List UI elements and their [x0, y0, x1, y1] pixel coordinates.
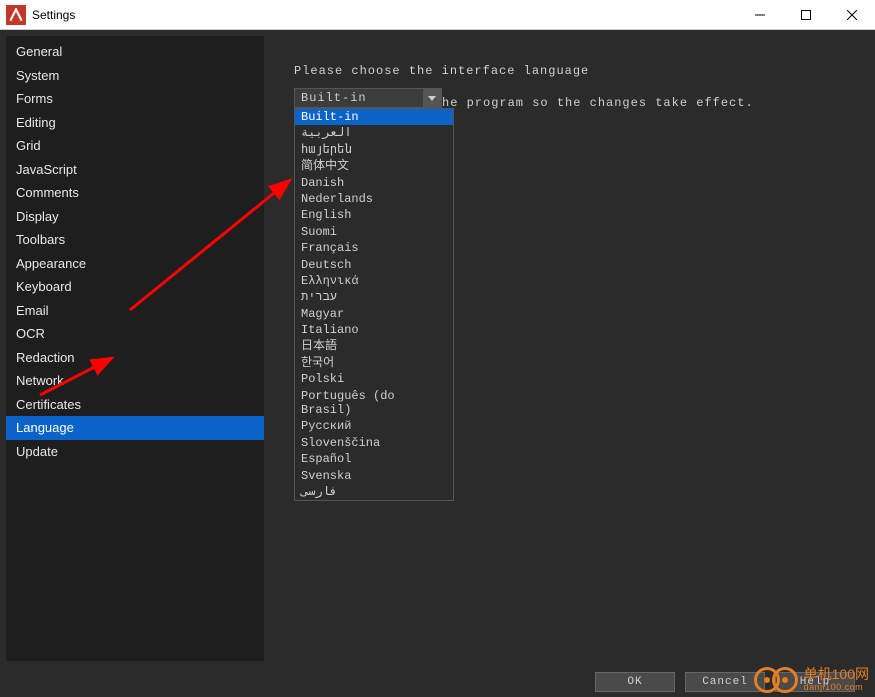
sidebar-item-keyboard[interactable]: Keyboard [6, 275, 264, 299]
sidebar-item-redaction[interactable]: Redaction [6, 346, 264, 370]
main-panel: Please choose the interface language Bui… [264, 36, 869, 661]
language-prompt: Please choose the interface language [294, 64, 839, 78]
language-combo-value: Built-in [295, 91, 423, 105]
language-option[interactable]: Polski [295, 371, 453, 387]
language-option[interactable]: Ελληνικά [295, 273, 453, 289]
window-controls [737, 0, 875, 29]
sidebar-item-general[interactable]: General [6, 40, 264, 64]
language-option[interactable]: فارسی [295, 484, 453, 500]
sidebar: GeneralSystemFormsEditingGridJavaScriptC… [6, 36, 264, 661]
minimize-button[interactable] [737, 0, 783, 30]
content-area: GeneralSystemFormsEditingGridJavaScriptC… [0, 30, 875, 667]
sidebar-item-comments[interactable]: Comments [6, 181, 264, 205]
sidebar-item-certificates[interactable]: Certificates [6, 393, 264, 417]
language-dropdown[interactable]: Built-inالعربيةհայերեն简体中文DanishNederlan… [294, 108, 454, 501]
sidebar-item-toolbars[interactable]: Toolbars [6, 228, 264, 252]
language-option[interactable]: 한국어 [295, 355, 453, 371]
sidebar-item-ocr[interactable]: OCR [6, 322, 264, 346]
language-combobox[interactable]: Built-in [294, 88, 442, 108]
watermark-text: 单机100网 danji100.com [804, 667, 869, 692]
ok-button[interactable]: OK [595, 672, 675, 692]
language-option[interactable]: العربية [295, 125, 453, 141]
language-option[interactable]: עברית [295, 289, 453, 305]
language-option[interactable]: Deutsch [295, 257, 453, 273]
language-option[interactable]: Русский [295, 418, 453, 434]
language-combo-area: Built-in Built-inالعربيةհայերեն简体中文Danis… [294, 88, 442, 108]
footer: OK Cancel Help [0, 667, 875, 697]
language-option[interactable]: Magyar [295, 306, 453, 322]
sidebar-item-system[interactable]: System [6, 64, 264, 88]
sidebar-item-javascript[interactable]: JavaScript [6, 158, 264, 182]
watermark-line1: 单机100网 [804, 667, 869, 682]
chevron-down-icon [423, 89, 441, 107]
language-option[interactable]: Español [295, 451, 453, 467]
sidebar-item-language[interactable]: Language [6, 416, 264, 440]
language-option[interactable]: Português (do Brasil) [295, 388, 453, 419]
sidebar-item-update[interactable]: Update [6, 440, 264, 464]
language-option[interactable]: Italiano [295, 322, 453, 338]
language-option[interactable]: Danish [295, 175, 453, 191]
sidebar-item-network[interactable]: Network [6, 369, 264, 393]
titlebar: Settings [0, 0, 875, 30]
language-option[interactable]: Nederlands [295, 191, 453, 207]
sidebar-item-appearance[interactable]: Appearance [6, 252, 264, 276]
watermark-line2: danji100.com [804, 683, 869, 693]
language-option[interactable]: Français [295, 240, 453, 256]
sidebar-item-email[interactable]: Email [6, 299, 264, 323]
language-option[interactable]: Slovenščina [295, 435, 453, 451]
window-title: Settings [32, 8, 737, 22]
language-option[interactable]: Svenska [295, 468, 453, 484]
sidebar-item-forms[interactable]: Forms [6, 87, 264, 111]
restart-note: he program so the changes take effect. [442, 96, 754, 110]
language-option[interactable]: 日本語 [295, 338, 453, 354]
app-icon [6, 5, 26, 25]
maximize-button[interactable] [783, 0, 829, 30]
language-option[interactable]: Built-in [295, 109, 453, 125]
sidebar-item-grid[interactable]: Grid [6, 134, 264, 158]
watermark: 单机100网 danji100.com [754, 667, 869, 693]
language-option[interactable]: English [295, 207, 453, 223]
sidebar-item-display[interactable]: Display [6, 205, 264, 229]
language-option[interactable]: Suomi [295, 224, 453, 240]
watermark-logo-icon [754, 667, 798, 693]
language-option[interactable]: 简体中文 [295, 158, 453, 174]
close-button[interactable] [829, 0, 875, 30]
language-option[interactable]: հայերեն [295, 142, 453, 158]
sidebar-item-editing[interactable]: Editing [6, 111, 264, 135]
